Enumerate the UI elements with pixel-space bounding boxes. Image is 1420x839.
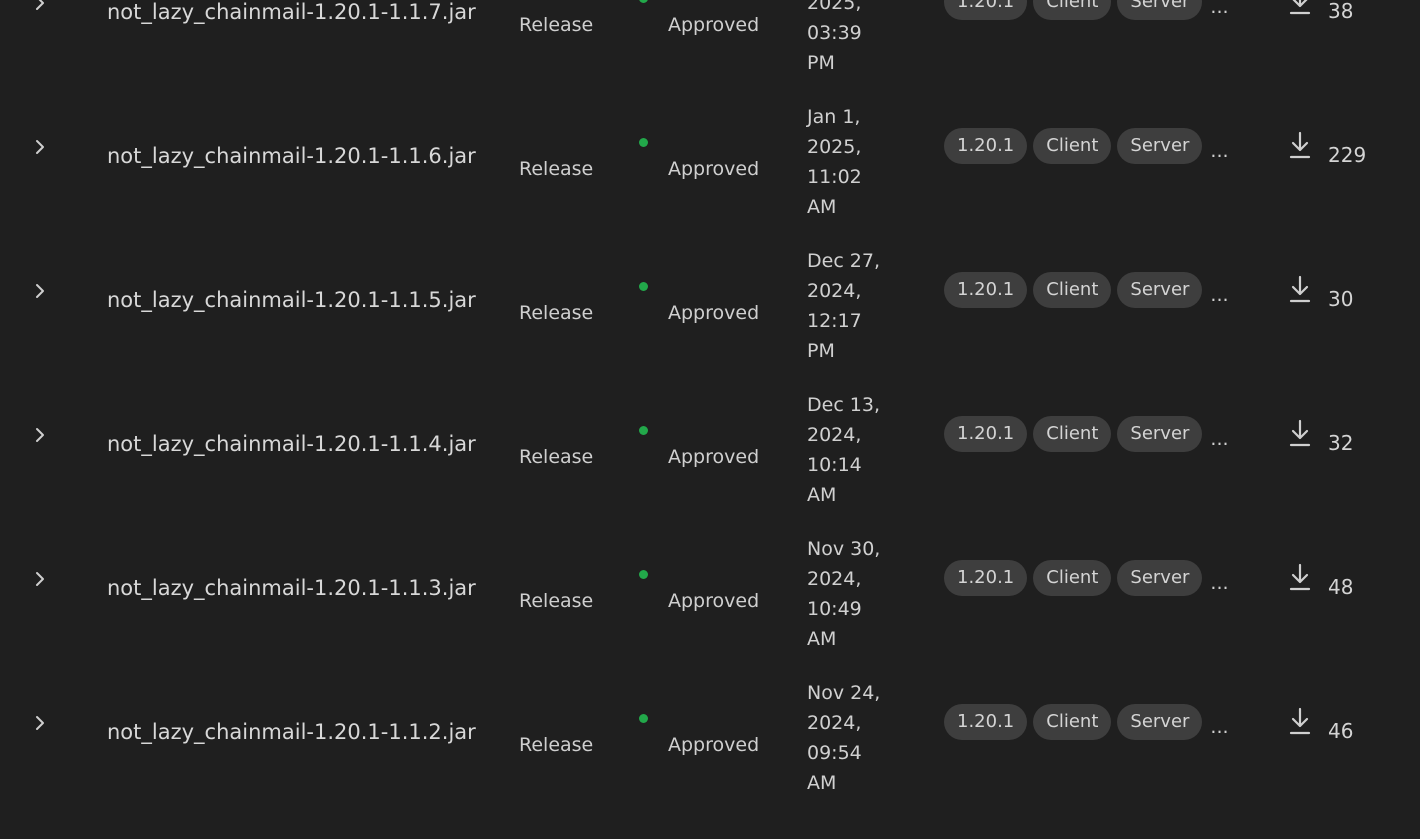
- server-tag: Server: [1117, 704, 1203, 740]
- client-tag: Client: [1033, 560, 1112, 596]
- status-dot-icon: [639, 138, 648, 147]
- file-row[interactable]: not_lazy_chainmail-1.20.1-1.1.7.jar Rele…: [0, 0, 1420, 74]
- status-text: Approved: [668, 590, 760, 612]
- download-count: 30: [1328, 287, 1354, 311]
- date-line: 2024,: [807, 712, 862, 734]
- file-row[interactable]: not_lazy_chainmail-1.20.1-1.1.6.jar Rele…: [0, 49, 1420, 218]
- date-line: 03:39: [807, 22, 862, 44]
- client-tag: Client: [1033, 0, 1112, 20]
- server-tag: Server: [1117, 416, 1203, 452]
- date-line: Nov 24,: [807, 682, 881, 704]
- download-icon: [1288, 0, 1312, 16]
- chevron-right-icon[interactable]: [30, 424, 50, 446]
- download-icon: [1288, 418, 1312, 448]
- release-type: Release: [519, 14, 594, 36]
- client-tag: Client: [1033, 704, 1112, 740]
- game-version-tag: 1.20.1: [944, 416, 1028, 452]
- date-line: 10:49: [807, 598, 862, 620]
- tag-group: 1.20.1 Client Server ...: [944, 704, 1229, 740]
- download-count: 48: [1328, 575, 1354, 599]
- tag-group: 1.20.1 Client Server ...: [944, 560, 1229, 596]
- tag-group: 1.20.1 Client Server ...: [944, 128, 1229, 164]
- date-line: 10:14: [807, 454, 862, 476]
- date-line: Nov 30,: [807, 538, 881, 560]
- date-line: 2025,: [807, 0, 862, 14]
- date-line: 11:02: [807, 166, 862, 188]
- release-type: Release: [519, 302, 594, 324]
- download-count: 38: [1328, 0, 1354, 23]
- status-dot-icon: [639, 570, 648, 579]
- more-tags-button[interactable]: ...: [1210, 717, 1228, 737]
- more-tags-button[interactable]: ...: [1210, 285, 1228, 305]
- download-icon: [1288, 274, 1312, 304]
- file-list: not_lazy_chainmail-1.20.1-1.1.7.jar Rele…: [0, 0, 1420, 794]
- file-name[interactable]: not_lazy_chainmail-1.20.1-1.1.6.jar: [107, 146, 476, 167]
- date-line: 2024,: [807, 568, 862, 590]
- date-line: AM: [807, 772, 837, 794]
- status-text: Approved: [668, 302, 760, 324]
- chevron-right-icon[interactable]: [30, 280, 50, 302]
- status-dot-icon: [639, 282, 648, 291]
- download-count: 46: [1328, 719, 1354, 743]
- game-version-tag: 1.20.1: [944, 128, 1028, 164]
- chevron-right-icon[interactable]: [30, 0, 50, 14]
- status-dot-icon: [639, 714, 648, 723]
- download-count: 32: [1328, 431, 1354, 455]
- download-icon: [1288, 706, 1312, 736]
- file-name[interactable]: not_lazy_chainmail-1.20.1-1.1.3.jar: [107, 578, 476, 599]
- status-dot-icon: [639, 426, 648, 435]
- status-text: Approved: [668, 158, 760, 180]
- date-line: Jan 1,: [807, 106, 861, 128]
- server-tag: Server: [1117, 128, 1203, 164]
- game-version-tag: 1.20.1: [944, 272, 1028, 308]
- file-row[interactable]: not_lazy_chainmail-1.20.1-1.1.4.jar Rele…: [0, 337, 1420, 506]
- date-line: Dec 13,: [807, 394, 881, 416]
- release-type: Release: [519, 446, 594, 468]
- chevron-right-icon[interactable]: [30, 712, 50, 734]
- status-text: Approved: [668, 734, 760, 756]
- date-line: 2024,: [807, 280, 862, 302]
- game-version-tag: 1.20.1: [944, 0, 1028, 20]
- more-tags-button[interactable]: ...: [1210, 0, 1228, 17]
- file-name[interactable]: not_lazy_chainmail-1.20.1-1.1.5.jar: [107, 290, 476, 311]
- chevron-right-icon[interactable]: [30, 136, 50, 158]
- file-row[interactable]: not_lazy_chainmail-1.20.1-1.1.3.jar Rele…: [0, 481, 1420, 650]
- more-tags-button[interactable]: ...: [1210, 141, 1228, 161]
- game-version-tag: 1.20.1: [944, 704, 1028, 740]
- file-row[interactable]: not_lazy_chainmail-1.20.1-1.1.2.jar Rele…: [0, 625, 1420, 794]
- date-line: Dec 27,: [807, 250, 881, 272]
- client-tag: Client: [1033, 272, 1112, 308]
- file-row[interactable]: not_lazy_chainmail-1.20.1-1.1.5.jar Rele…: [0, 193, 1420, 362]
- upload-date: Nov 24, 2024, 09:54 AM: [807, 678, 917, 798]
- file-name[interactable]: not_lazy_chainmail-1.20.1-1.1.7.jar: [107, 2, 476, 23]
- server-tag: Server: [1117, 560, 1203, 596]
- status-text: Approved: [668, 14, 760, 36]
- tag-group: 1.20.1 Client Server ...: [944, 0, 1229, 20]
- server-tag: Server: [1117, 0, 1203, 20]
- date-line: 2024,: [807, 424, 862, 446]
- date-line: 12:17: [807, 310, 862, 332]
- tag-group: 1.20.1 Client Server ...: [944, 416, 1229, 452]
- release-type: Release: [519, 734, 594, 756]
- date-line: 09:54: [807, 742, 862, 764]
- release-type: Release: [519, 590, 594, 612]
- more-tags-button[interactable]: ...: [1210, 429, 1228, 449]
- download-icon: [1288, 562, 1312, 592]
- status-dot-icon: [639, 0, 648, 3]
- download-count: 229: [1328, 143, 1367, 167]
- client-tag: Client: [1033, 128, 1112, 164]
- release-type: Release: [519, 158, 594, 180]
- file-name[interactable]: not_lazy_chainmail-1.20.1-1.1.2.jar: [107, 722, 476, 743]
- file-name[interactable]: not_lazy_chainmail-1.20.1-1.1.4.jar: [107, 434, 476, 455]
- tag-group: 1.20.1 Client Server ...: [944, 272, 1229, 308]
- server-tag: Server: [1117, 272, 1203, 308]
- chevron-right-icon[interactable]: [30, 568, 50, 590]
- date-line: 2025,: [807, 136, 862, 158]
- client-tag: Client: [1033, 416, 1112, 452]
- download-icon: [1288, 130, 1312, 160]
- status-text: Approved: [668, 446, 760, 468]
- more-tags-button[interactable]: ...: [1210, 573, 1228, 593]
- game-version-tag: 1.20.1: [944, 560, 1028, 596]
